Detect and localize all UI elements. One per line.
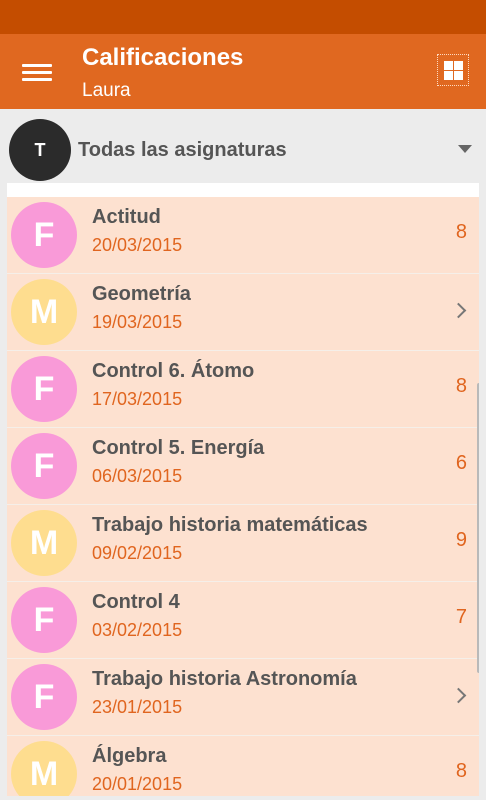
filter-avatar: T — [9, 119, 71, 181]
grade-row[interactable]: M Trabajo historia matemáticas 09/02/201… — [7, 505, 479, 582]
grade-row[interactable]: M Álgebra 20/01/2015 8 — [7, 736, 479, 800]
grade-date: 03/02/2015 — [92, 620, 183, 640]
grade-title: Control 5. Energía — [92, 437, 265, 459]
grade-value: 6 — [455, 452, 467, 474]
grade-value: 7 — [455, 606, 467, 628]
grades-list: F Actitud 20/03/2015 8 M Geometría 19/03… — [7, 183, 479, 800]
filter-label: Todas las asignaturas — [78, 139, 287, 161]
page-subtitle: Laura — [82, 80, 131, 101]
grade-date: 19/03/2015 — [92, 312, 183, 332]
grade-value: 9 — [455, 529, 467, 551]
app-bar: Calificaciones Laura — [0, 34, 486, 109]
subject-avatar: M — [11, 741, 77, 800]
subject-avatar: F — [11, 587, 77, 653]
bottom-edge — [0, 796, 486, 800]
grade-date: 09/02/2015 — [92, 543, 183, 563]
grade-date: 20/03/2015 — [92, 235, 183, 255]
subject-avatar: F — [11, 202, 77, 268]
subject-avatar: M — [11, 510, 77, 576]
grade-row[interactable]: F Actitud 20/03/2015 8 — [7, 197, 479, 274]
chevron-right-icon — [450, 302, 467, 319]
grade-row[interactable]: F Control 4 03/02/2015 7 — [7, 582, 479, 659]
grade-title: Actitud — [92, 206, 161, 228]
grade-date: 17/03/2015 — [92, 389, 183, 409]
subject-avatar: F — [11, 664, 77, 730]
caret-down-icon — [458, 145, 472, 153]
grid-view-icon[interactable] — [437, 54, 469, 86]
grade-row[interactable]: F Control 5. Energía 06/03/2015 6 — [7, 428, 479, 505]
chevron-right-icon — [450, 687, 467, 704]
grade-value: 8 — [455, 375, 467, 397]
grade-title: Trabajo historia Astronomía — [92, 668, 357, 690]
grade-title: Geometría — [92, 283, 191, 305]
grade-date: 23/01/2015 — [92, 697, 183, 717]
page-title: Calificaciones — [82, 44, 244, 71]
grade-date: 06/03/2015 — [92, 466, 183, 486]
subject-avatar: F — [11, 356, 77, 422]
grade-title: Control 6. Átomo — [92, 360, 255, 382]
grade-value: 8 — [455, 221, 467, 243]
status-bar — [0, 0, 486, 34]
grade-title: Álgebra — [92, 745, 167, 767]
subject-avatar: M — [11, 279, 77, 345]
scrollbar[interactable] — [477, 383, 479, 673]
grade-row[interactable]: M Geometría 19/03/2015 — [7, 274, 479, 351]
grade-value: 8 — [455, 760, 467, 782]
menu-icon[interactable] — [22, 61, 52, 83]
grade-title: Control 4 — [92, 591, 180, 613]
grade-date: 20/01/2015 — [92, 774, 183, 794]
grade-title: Trabajo historia matemáticas — [92, 514, 368, 536]
subject-avatar: F — [11, 433, 77, 499]
subject-filter-dropdown[interactable]: T Todas las asignaturas — [0, 109, 486, 183]
grade-row[interactable]: F Control 6. Átomo 17/03/2015 8 — [7, 351, 479, 428]
grade-row[interactable]: F Trabajo historia Astronomía 23/01/2015 — [7, 659, 479, 736]
